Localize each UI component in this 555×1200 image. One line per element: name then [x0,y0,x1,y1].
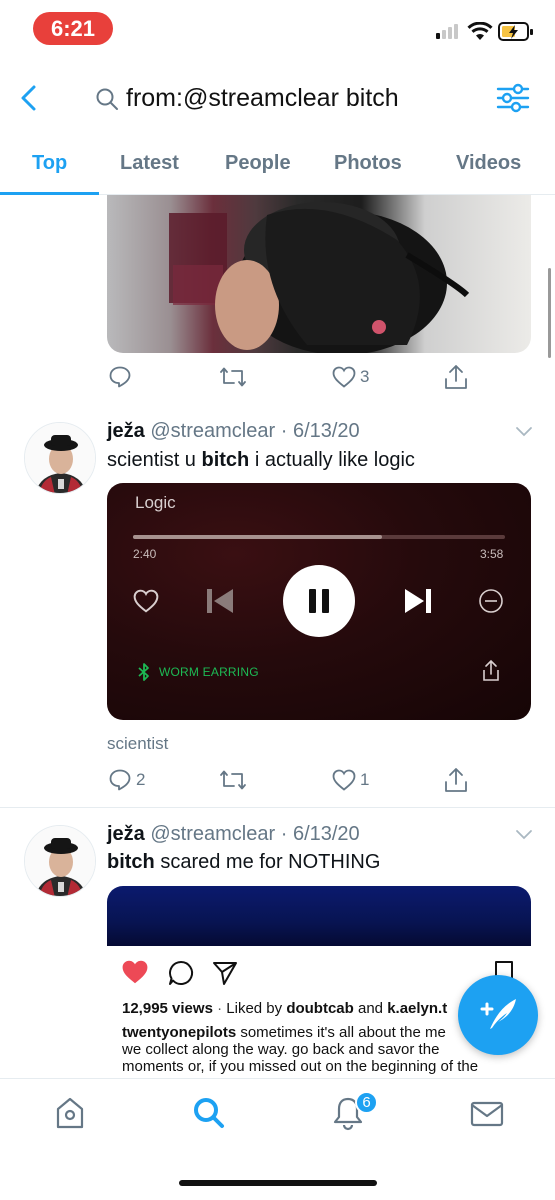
tweet-date: 6/13/20 [292,823,360,845]
tab-top[interactable]: Top [32,152,67,175]
comment-icon [169,960,194,985]
reply-count: 2 [136,770,146,789]
share-button[interactable] [444,364,468,390]
tweet-video-thumbnail[interactable] [107,195,531,353]
share-icon [445,365,467,389]
tab-videos[interactable]: Videos [456,152,521,175]
scrollbar[interactable] [548,268,551,358]
retweet-icon [220,770,246,790]
active-tab-indicator [0,192,99,195]
remove-icon [479,589,503,613]
search-icon [96,88,118,110]
send-icon [213,962,237,985]
reply-button[interactable]: 2 [108,768,145,792]
home-icon[interactable] [54,1096,86,1130]
chevron-down-icon[interactable] [514,425,534,439]
battery-charging-icon [498,22,533,41]
author-handle[interactable]: @streamclear [150,420,275,442]
playback-progress [133,535,382,539]
compose-tweet-button[interactable] [458,975,538,1055]
search-tabs: Top Latest People Photos Videos [0,145,555,195]
tab-people[interactable]: People [225,152,291,175]
chevron-down-icon[interactable] [514,828,534,842]
music-player-screenshot[interactable]: Logic 2:40 3:58 WORM EARRING [107,483,531,720]
share-icon [483,659,499,681]
messages-icon[interactable] [470,1100,504,1128]
tweet-date: 6/13/20 [292,420,360,442]
media-caption: scientist [107,734,169,753]
tweet-header: ježa @streamclear · 6/13/20 [107,823,360,845]
pause-button [283,565,355,637]
pause-icon [309,589,329,613]
like-count: 3 [360,367,370,386]
heart-icon [133,589,159,613]
author-name[interactable]: ježa [107,823,145,845]
reply-icon [109,366,131,388]
home-indicator[interactable] [179,1180,377,1186]
retweet-icon [220,367,246,387]
heart-icon [332,769,356,791]
avatar[interactable] [24,825,96,897]
status-time: 6:21 [33,12,113,45]
tab-latest[interactable]: Latest [120,152,179,175]
like-button[interactable]: 3 [332,366,369,388]
share-icon [445,768,467,792]
feather-plus-icon [480,999,516,1029]
next-track-icon [405,589,431,613]
share-button[interactable] [444,767,468,793]
total-time: 3:58 [480,547,504,561]
retweet-button[interactable] [219,768,247,792]
author-handle[interactable]: @streamclear [150,823,275,845]
heart-icon [332,366,356,388]
connected-device: WORM EARRING [159,665,259,679]
wifi-icon [467,22,493,40]
search-input[interactable]: from:@streamclear bitch [126,84,399,113]
instagram-post-screenshot[interactable]: 12,995 views · Liked by doubtcab and k.a… [107,886,531,1076]
post-image [107,886,531,946]
like-button[interactable]: 1 [332,769,369,791]
bluetooth-icon [138,663,149,681]
instagram-caption: twentyonepilots sometimes it's all about… [122,1024,479,1075]
author-name[interactable]: ježa [107,420,145,442]
views-line: 12,995 views · Liked by doubtcab and k.a… [122,1000,448,1017]
tweet-divider [0,807,555,808]
avatar[interactable] [24,422,96,494]
search-filters-icon[interactable] [496,82,530,114]
tweet-text: scientist u bitch i actually like logic [107,449,415,471]
reply-button[interactable] [108,365,132,389]
previous-track-icon [207,589,233,613]
notifications-badge: 6 [355,1091,378,1114]
retweet-button[interactable] [219,365,247,389]
cellular-signal-icon [436,24,458,39]
back-chevron-icon[interactable] [18,84,40,112]
tweet-header: ježa @streamclear · 6/13/20 [107,420,360,442]
search-nav-icon[interactable] [192,1096,226,1130]
track-title: Logic [135,493,176,512]
elapsed-time: 2:40 [133,547,157,561]
reply-icon [109,769,131,791]
tweet-text: bitch scared me for NOTHING [107,851,381,873]
like-count: 1 [360,770,370,789]
tab-photos[interactable]: Photos [334,152,402,175]
heart-filled-icon [122,960,148,984]
